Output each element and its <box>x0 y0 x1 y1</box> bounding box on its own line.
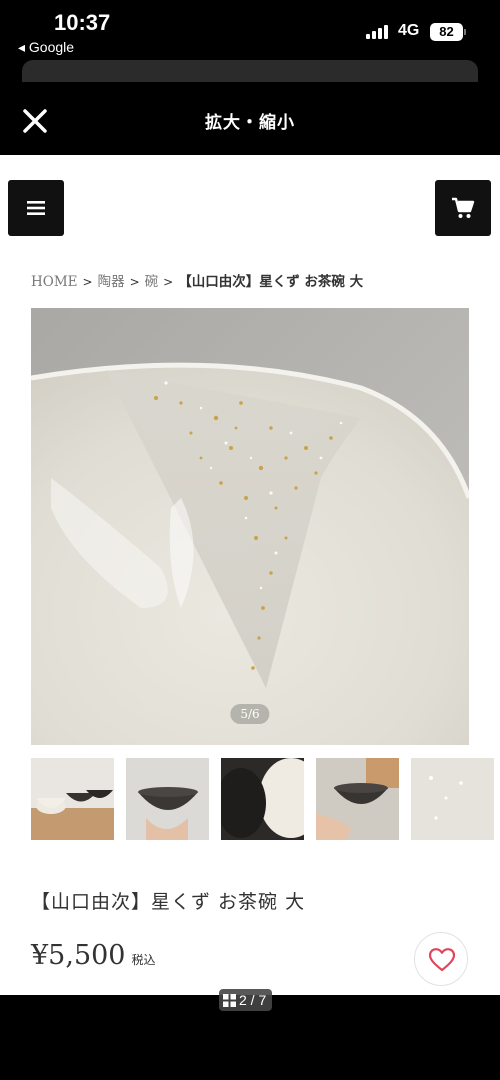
page-indicator[interactable]: 2 / 7 <box>219 989 273 1011</box>
glaze-detail-thumbnail <box>411 758 494 840</box>
price-value: ¥5,500 <box>31 940 126 971</box>
viewer-title: 拡大・縮小 <box>205 113 295 133</box>
viewer-header: 拡大・縮小 <box>0 82 500 155</box>
status-time: 10:37 <box>54 10 111 35</box>
bowl-closeup-image <box>31 308 469 745</box>
battery-tip <box>464 29 466 35</box>
thumbnail-4[interactable] <box>316 758 399 840</box>
breadcrumb-current: 【山口由次】星くず お茶碗 大 <box>178 274 364 290</box>
thumbnail-3[interactable] <box>221 758 304 840</box>
product-title: 【山口由次】星くず お茶碗 大 <box>31 891 306 913</box>
product-main-image[interactable]: 5/6 <box>31 308 469 745</box>
three-bowls-thumbnail <box>31 758 114 840</box>
back-to-app-link[interactable]: ◂ Google <box>18 39 74 56</box>
cart-icon <box>452 197 475 218</box>
thumbnail-strip <box>31 758 500 840</box>
browser-url-bar <box>22 60 478 82</box>
breadcrumb-separator: > <box>129 275 140 289</box>
tax-label: 税込 <box>131 953 156 967</box>
favorite-button[interactable] <box>414 932 468 986</box>
battery-icon: 82 <box>430 23 463 41</box>
breadcrumb-pottery[interactable]: 陶器 <box>98 274 125 290</box>
thumbnail-2[interactable] <box>126 758 209 840</box>
menu-button[interactable] <box>8 180 64 236</box>
thumbnail-5[interactable] <box>411 758 494 840</box>
web-page[interactable]: HOME > 陶器 > 碗 > 【山口由次】星くず お茶碗 大 5/6 【山口由… <box>0 155 500 995</box>
image-counter: 5/6 <box>230 704 270 724</box>
product-price: ¥5,500 税込 <box>31 940 156 971</box>
heart-icon <box>429 948 455 972</box>
breadcrumb-separator: > <box>163 275 174 289</box>
cart-button[interactable] <box>435 180 491 236</box>
breadcrumb-home[interactable]: HOME <box>31 274 78 290</box>
bowl-in-hand-thumbnail <box>126 758 209 840</box>
network-type: 4G <box>398 22 420 39</box>
breadcrumb-bowl[interactable]: 碗 <box>145 274 159 290</box>
hamburger-icon <box>27 201 45 215</box>
bowl-held-thumbnail <box>316 758 399 840</box>
bowl-interior-thumbnail <box>221 758 304 840</box>
grid-icon <box>223 994 236 1007</box>
viewer-bottom-bar: 2 / 7 <box>0 989 500 1080</box>
breadcrumb: HOME > 陶器 > 碗 > 【山口由次】星くず お茶碗 大 <box>31 270 363 290</box>
signal-strength-icon <box>366 23 390 39</box>
status-bar: 10:37 ◂ Google 4G 82 <box>0 0 500 56</box>
page-indicator-text: 2 / 7 <box>239 992 267 1008</box>
thumbnail-1[interactable] <box>31 758 114 840</box>
breadcrumb-separator: > <box>82 275 93 289</box>
